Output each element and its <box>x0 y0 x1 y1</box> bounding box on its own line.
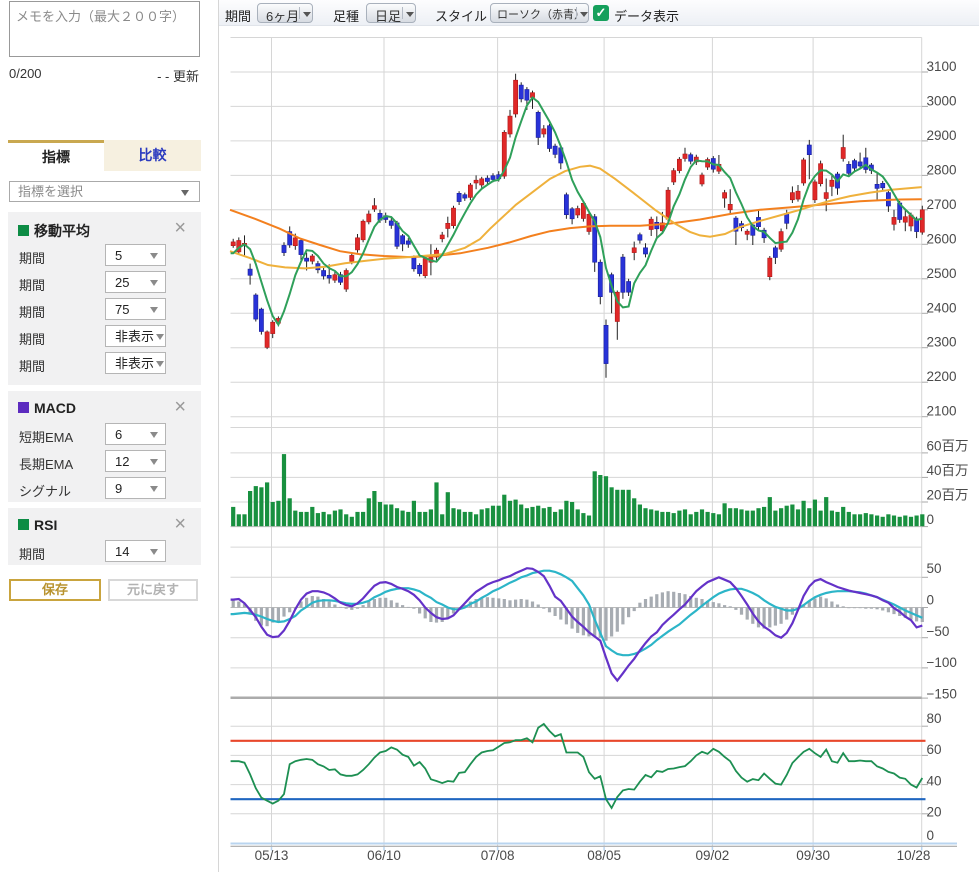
svg-text:0: 0 <box>927 512 935 527</box>
svg-text:3100: 3100 <box>927 59 957 74</box>
svg-text:08/05: 08/05 <box>587 848 621 863</box>
svg-text:−50: −50 <box>927 624 950 639</box>
svg-text:2700: 2700 <box>927 197 957 212</box>
svg-text:50: 50 <box>927 561 942 576</box>
svg-text:2200: 2200 <box>927 369 957 384</box>
svg-text:05/13: 05/13 <box>255 848 289 863</box>
svg-text:60: 60 <box>927 742 942 757</box>
svg-text:07/08: 07/08 <box>481 848 515 863</box>
svg-text:60百万: 60百万 <box>927 438 969 453</box>
svg-text:−150: −150 <box>927 686 957 701</box>
svg-text:06/10: 06/10 <box>367 848 401 863</box>
svg-text:20: 20 <box>927 805 942 820</box>
svg-text:40: 40 <box>927 773 942 788</box>
svg-text:40百万: 40百万 <box>927 463 969 478</box>
svg-text:80: 80 <box>927 711 942 726</box>
svg-text:2800: 2800 <box>927 162 957 177</box>
svg-text:09/30: 09/30 <box>796 848 830 863</box>
svg-text:10/28: 10/28 <box>897 848 931 863</box>
svg-text:2300: 2300 <box>927 335 957 350</box>
svg-text:2500: 2500 <box>927 266 957 281</box>
svg-text:2600: 2600 <box>927 231 957 246</box>
svg-text:09/02: 09/02 <box>696 848 730 863</box>
svg-text:2900: 2900 <box>927 128 957 143</box>
svg-text:−100: −100 <box>927 655 957 670</box>
svg-text:20百万: 20百万 <box>927 488 969 503</box>
svg-text:0: 0 <box>927 593 935 608</box>
svg-text:3000: 3000 <box>927 93 957 108</box>
svg-text:2400: 2400 <box>927 300 957 315</box>
svg-text:2100: 2100 <box>927 404 957 419</box>
svg-text:0: 0 <box>927 828 935 843</box>
